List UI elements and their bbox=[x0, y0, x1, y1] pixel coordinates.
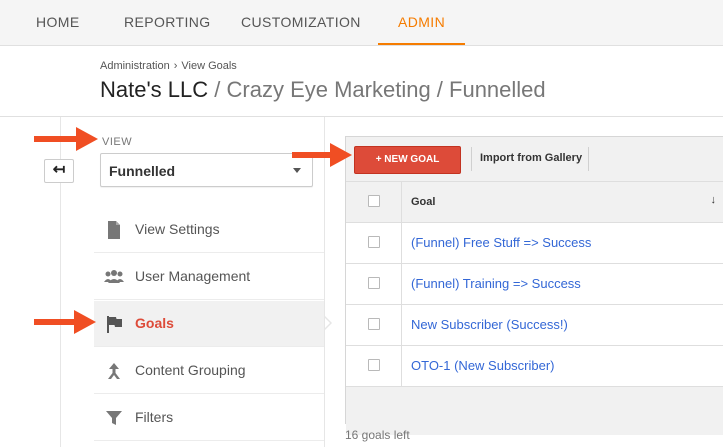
goal-link[interactable]: New Subscriber (Success!) bbox=[411, 317, 568, 332]
row-checkbox[interactable] bbox=[368, 359, 380, 371]
table-row: OTO-1 (New Subscriber) bbox=[346, 345, 723, 386]
view-select[interactable]: Funnelled bbox=[100, 153, 313, 187]
goals-toolbar: + NEW GOAL Import from Gallery bbox=[346, 137, 723, 181]
top-nav: HOME REPORTING CUSTOMIZATION ADMIN bbox=[0, 0, 723, 46]
sort-down-icon[interactable]: ↓ bbox=[711, 194, 717, 206]
sidebar-item-user-management[interactable]: User Management bbox=[94, 254, 324, 300]
toolbar-divider bbox=[588, 147, 589, 171]
table-row: New Subscriber (Success!) bbox=[346, 304, 723, 345]
breadcrumb: Administration › View Goals bbox=[100, 60, 237, 72]
goals-panel: + NEW GOAL Import from Gallery Goal ↓ (F… bbox=[345, 136, 723, 435]
table-header-row: Goal ↓ bbox=[346, 181, 723, 222]
sidebar-item-label: View Settings bbox=[135, 221, 220, 237]
filter-icon bbox=[106, 411, 122, 425]
sidebar-item-filters[interactable]: Filters bbox=[94, 395, 324, 441]
table-row: (Funnel) Free Stuff => Success bbox=[346, 222, 723, 263]
new-goal-button[interactable]: + NEW GOAL bbox=[354, 146, 461, 174]
row-checkbox[interactable] bbox=[368, 236, 380, 248]
toolbar-divider bbox=[471, 147, 472, 171]
sidebar-item-view-settings[interactable]: View Settings bbox=[94, 207, 324, 253]
document-icon bbox=[108, 221, 120, 239]
nav-tab-reporting[interactable]: REPORTING bbox=[124, 0, 211, 45]
view-select-value: Funnelled bbox=[109, 163, 176, 179]
annotation-arrow-icon bbox=[292, 143, 352, 167]
row-checkbox[interactable] bbox=[368, 318, 380, 330]
sidebar-item-label: Content Grouping bbox=[135, 362, 246, 378]
breadcrumb-administration[interactable]: Administration bbox=[100, 60, 170, 72]
page-title: Nate's LLC / Crazy Eye Marketing / Funne… bbox=[100, 77, 546, 103]
nav-tab-customization[interactable]: CUSTOMIZATION bbox=[241, 0, 361, 45]
back-arrow-icon: ↤ bbox=[52, 161, 66, 178]
chevron-down-icon bbox=[293, 168, 301, 173]
property-view-path: / Crazy Eye Marketing / Funnelled bbox=[214, 77, 546, 102]
select-all-checkbox[interactable] bbox=[368, 195, 380, 207]
selected-item-pointer bbox=[324, 316, 332, 330]
sidebar-item-label: Filters bbox=[135, 409, 174, 425]
nav-tab-admin[interactable]: ADMIN bbox=[377, 0, 466, 45]
header-divider bbox=[0, 116, 723, 117]
goal-link[interactable]: OTO-1 (New Subscriber) bbox=[411, 358, 555, 373]
column-header-goal[interactable]: Goal bbox=[411, 196, 435, 208]
annotation-arrow-icon bbox=[34, 310, 96, 334]
goal-link[interactable]: (Funnel) Free Stuff => Success bbox=[411, 235, 591, 250]
sidebar-item-label: User Management bbox=[135, 268, 251, 284]
breadcrumb-view-goals[interactable]: View Goals bbox=[181, 60, 236, 72]
annotation-arrow-icon bbox=[34, 127, 98, 151]
nav-tab-home[interactable]: HOME bbox=[36, 0, 80, 45]
table-row: (Funnel) Training => Success bbox=[346, 263, 723, 304]
goal-link[interactable]: (Funnel) Training => Success bbox=[411, 276, 581, 291]
sidebar-item-label: Goals bbox=[135, 315, 174, 331]
back-button[interactable]: ↤ bbox=[44, 159, 74, 183]
sidebar-item-content-grouping[interactable]: Content Grouping bbox=[94, 348, 324, 394]
row-checkbox[interactable] bbox=[368, 277, 380, 289]
account-name: Nate's LLC bbox=[100, 77, 209, 102]
import-from-gallery-link[interactable]: Import from Gallery bbox=[480, 152, 582, 164]
flag-icon bbox=[107, 316, 122, 333]
goals-remaining-count: 16 goals left bbox=[345, 428, 410, 442]
view-label: VIEW bbox=[102, 136, 133, 148]
users-icon bbox=[104, 270, 124, 283]
breadcrumb-separator: › bbox=[173, 60, 178, 72]
sidebar-item-goals[interactable]: Goals bbox=[94, 301, 324, 347]
content-grouping-icon bbox=[108, 363, 120, 379]
goals-table: Goal ↓ (Funnel) Free Stuff => Success (F… bbox=[346, 181, 723, 435]
